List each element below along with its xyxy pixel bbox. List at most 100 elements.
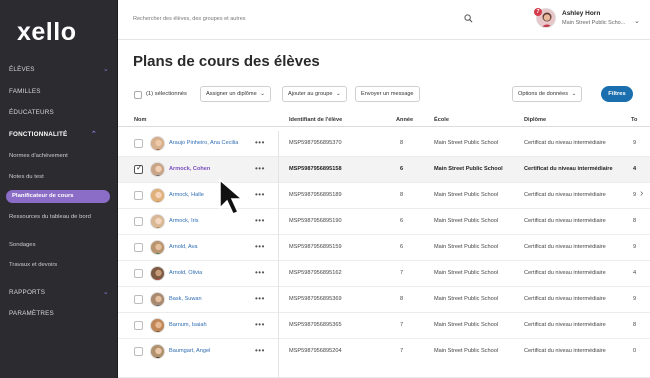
student-avatar — [150, 162, 165, 177]
more-options-icon[interactable]: ••• — [255, 294, 265, 303]
table-row[interactable]: Araujo Pinheiro, Ana Cecilia ••• MSP5987… — [118, 131, 650, 157]
xello-logo[interactable]: xello — [17, 18, 76, 47]
chevron-down-icon[interactable]: ⌄ — [634, 17, 640, 25]
student-name-link[interactable]: Arnold, Ava — [169, 244, 198, 250]
sidebar-item-parametres[interactable]: PARAMÈTRES — [9, 310, 111, 317]
search-icon[interactable] — [464, 14, 473, 23]
row-checkbox[interactable] — [134, 269, 143, 278]
sidebar-item-label: Normes d'achèvement — [9, 153, 68, 159]
row-checkbox[interactable] — [134, 191, 143, 200]
student-avatar — [150, 214, 165, 229]
more-options-icon[interactable]: ••• — [255, 164, 265, 173]
column-header-diploma[interactable]: Diplôme — [524, 117, 546, 123]
student-year: 7 — [400, 270, 404, 276]
row-checkbox[interactable] — [134, 139, 143, 148]
sidebar-item-rapports[interactable]: RAPPORTS ⌄ — [9, 289, 111, 296]
notification-badge[interactable]: 7 — [534, 8, 542, 16]
table-row[interactable]: Armock, Halle ••• MSP5987956895189 8 Mai… — [118, 183, 650, 209]
data-options-button[interactable]: Options de données ⌄ — [512, 86, 583, 102]
column-divider — [278, 131, 279, 157]
sidebar-item-normes[interactable]: Normes d'achèvement — [9, 153, 111, 159]
sidebar-item-sondages[interactable]: Sondages — [9, 242, 111, 248]
user-name[interactable]: Ashley Horn — [562, 10, 600, 17]
student-name-link[interactable]: Bask, Suwan — [169, 296, 202, 302]
chevron-down-icon: ⌄ — [571, 91, 577, 97]
student-name-link[interactable]: Baumgart, Angel — [169, 348, 210, 354]
column-header-to[interactable]: To — [631, 117, 637, 123]
table-row[interactable]: Baumgart, Angel ••• MSP5987956895204 7 M… — [118, 339, 650, 378]
more-options-icon[interactable]: ••• — [255, 138, 265, 147]
table-row[interactable]: Barnum, Isaiah ••• MSP5987956895365 7 Ma… — [118, 313, 650, 339]
sidebar-item-planificateur[interactable]: Planificateur de cours — [6, 190, 110, 203]
sidebar-item-ressources[interactable]: Ressources du tableau de bord — [9, 213, 105, 221]
column-divider — [278, 339, 279, 378]
student-school: Main Street Public School — [434, 296, 499, 302]
student-name-link[interactable]: Armock, Halle — [169, 192, 204, 198]
more-options-icon[interactable]: ••• — [255, 346, 265, 355]
table-row[interactable]: Arnold, Olivia ••• MSP5987956895162 7 Ma… — [118, 261, 650, 287]
sidebar-item-label: FAMILLES — [9, 88, 41, 95]
sidebar-item-travaux[interactable]: Travaux et devoirs — [9, 262, 111, 268]
row-checkbox[interactable]: ✓ — [134, 163, 143, 174]
sidebar-item-educateurs[interactable]: ÉDUCATEURS — [9, 109, 111, 116]
student-to: 0 — [633, 348, 637, 354]
student-year: 6 — [400, 218, 404, 224]
table-row[interactable]: Bask, Suwan ••• MSP5987956895369 8 Main … — [118, 287, 650, 313]
assign-diploma-button[interactable]: Assigner un diplôme ⌄ — [200, 86, 271, 102]
student-id: MSP5987956895365 — [289, 322, 342, 328]
more-options-icon[interactable]: ••• — [255, 268, 265, 277]
more-options-icon[interactable]: ••• — [255, 242, 265, 251]
column-header-id[interactable]: Identifiant de l'élève — [289, 117, 342, 123]
student-id: MSP5987956895370 — [289, 140, 342, 146]
chevron-up-icon: ⌃ — [90, 131, 97, 138]
table-row[interactable]: ✓ Armock, Cohen ••• MSP5987956895158 6 M… — [118, 157, 650, 183]
student-diploma: Certificat du niveau intermédiaire — [524, 270, 606, 276]
student-id: MSP5987956895162 — [289, 270, 342, 276]
sidebar-item-eleves[interactable]: ÉLÈVES ⌄ — [9, 66, 111, 73]
sidebar-item-label: Ressources du tableau de bord — [9, 214, 91, 220]
sidebar-item-familles[interactable]: FAMILLES — [9, 88, 111, 95]
chevron-right-icon[interactable]: › — [640, 188, 643, 199]
student-id: MSP5987956895159 — [289, 244, 342, 250]
student-avatar — [150, 240, 165, 255]
select-all-checkbox[interactable] — [134, 91, 142, 99]
search-input[interactable]: Rechercher des élèves, des groupes et au… — [133, 16, 246, 22]
data-options-label: Options de données — [518, 91, 569, 97]
table-row[interactable]: Armock, Iris ••• MSP5987956895190 6 Main… — [118, 209, 650, 235]
sidebar-item-label: Notes du test — [9, 174, 44, 180]
chevron-down-icon: ⌄ — [336, 91, 341, 97]
sidebar-item-label: PARAMÈTRES — [9, 310, 54, 317]
filters-button[interactable]: Filtres — [601, 86, 633, 102]
student-name-link[interactable]: Arnold, Olivia — [169, 270, 202, 276]
row-checkbox[interactable] — [134, 295, 143, 304]
row-checkbox[interactable] — [134, 321, 143, 330]
column-divider — [278, 261, 279, 287]
sidebar-item-fonctionnalite[interactable]: FONCTIONNALITÉ ⌃ — [9, 131, 111, 138]
sidebar-item-notes[interactable]: Notes du test — [9, 174, 111, 180]
add-to-group-button[interactable]: Ajouter au groupe ⌄ — [282, 86, 347, 102]
sidebar-item-label: ÉLÈVES — [9, 66, 35, 73]
student-name-link[interactable]: Armock, Iris — [169, 218, 199, 224]
column-divider — [278, 235, 279, 261]
student-name-link[interactable]: Armock, Cohen — [169, 166, 210, 172]
student-diploma: Certificat du niveau intermédiaire — [524, 348, 606, 354]
sidebar-item-label: Travaux et devoirs — [9, 262, 58, 268]
row-checkbox[interactable] — [134, 217, 143, 226]
more-options-icon[interactable]: ••• — [255, 320, 265, 329]
column-header-school[interactable]: École — [434, 117, 449, 123]
column-header-year[interactable]: Année — [396, 117, 413, 123]
column-divider — [278, 157, 279, 183]
student-name-link[interactable]: Barnum, Isaiah — [169, 322, 207, 328]
row-checkbox[interactable] — [134, 347, 143, 356]
column-header-name[interactable]: Nom — [134, 117, 146, 123]
more-options-icon[interactable]: ••• — [255, 190, 265, 199]
sidebar-item-label: ÉDUCATEURS — [9, 109, 54, 116]
table-row[interactable]: Arnold, Ava ••• MSP5987956895159 6 Main … — [118, 235, 650, 261]
student-avatar — [150, 136, 165, 151]
more-options-icon[interactable]: ••• — [255, 216, 265, 225]
student-name-link[interactable]: Araujo Pinheiro, Ana Cecilia — [169, 140, 238, 146]
student-year: 7 — [400, 348, 404, 354]
row-checkbox[interactable] — [134, 243, 143, 252]
student-diploma: Certificat du niveau intermédiaire — [524, 322, 606, 328]
send-message-button[interactable]: Envoyer un message — [355, 86, 420, 102]
